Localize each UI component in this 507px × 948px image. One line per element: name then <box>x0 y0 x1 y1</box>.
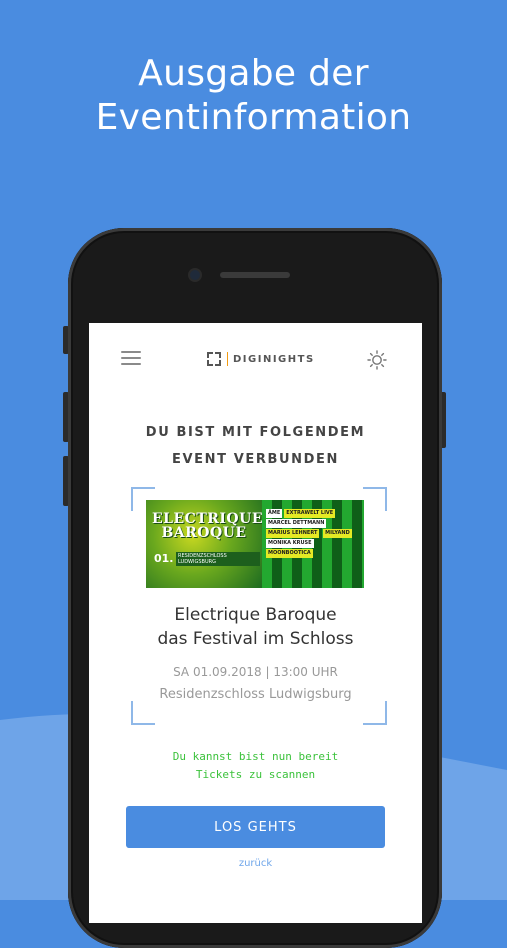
promo-headline: Ausgabe der Eventinformation <box>0 52 507 140</box>
phone-speaker <box>220 272 290 278</box>
back-link[interactable]: zurück <box>89 858 422 869</box>
lineup-artist: EXTRAWELT LIVE <box>284 509 336 518</box>
connected-heading-line-1: DU BIST MIT FOLGENDEM <box>145 425 366 440</box>
diginights-logo: DIGINIGHTS <box>207 352 315 366</box>
sun-icon[interactable] <box>367 350 387 370</box>
flyer-lineup-panel: ÂME EXTRAWELT LIVE MARCEL DETTMANN MARIUS… <box>262 500 364 588</box>
front-camera <box>190 270 200 280</box>
connected-heading-line-2: EVENT VERBUNDEN <box>172 452 339 467</box>
flyer-title-line-2: BAROQUE <box>161 525 247 541</box>
scan-frame-corner-top-right <box>363 487 387 511</box>
scan-frame-corner-bottom-right <box>363 701 387 725</box>
flyer-left-panel: ELECTRIQUE BAROQUE 01. RESIDENZSCHLOSS L… <box>146 500 264 588</box>
event-title-line-1: Electrique Baroque <box>174 605 337 625</box>
app-screen: DIGINIGHTS DU BIST MIT FOLGENDEM EVENT V… <box>89 323 422 923</box>
headline-line-2: Eventinformation <box>95 97 412 138</box>
flyer-venue: RESIDENZSCHLOSS LUDWIGSBURG <box>176 552 260 566</box>
flyer-title-line-1: ELECTRIQUE <box>152 511 264 527</box>
event-venue: Residenzschloss Ludwigsburg <box>159 687 352 702</box>
flyer-date: 01. <box>154 552 174 565</box>
event-date-time: SA 01.09.2018 | 13:00 UHR <box>173 665 338 679</box>
lineup-artist: MOONBOOTICA <box>266 549 313 558</box>
app-header: DIGINIGHTS <box>89 323 422 393</box>
flyer-title: ELECTRIQUE BAROQUE <box>152 511 264 541</box>
lineup-artist: MARCEL DETTMANN <box>266 519 327 528</box>
lineup-artist: MILYAND <box>323 529 352 538</box>
scan-frame-corner-bottom-left <box>131 701 155 725</box>
headline-line-1: Ausgabe der <box>138 53 369 94</box>
event-flyer-image: ELECTRIQUE BAROQUE 01. RESIDENZSCHLOSS L… <box>146 500 364 588</box>
connected-heading: DU BIST MIT FOLGENDEM EVENT VERBUNDEN <box>89 419 422 473</box>
event-title: Electrique Baroque das Festival im Schlo… <box>89 603 422 651</box>
hamburger-menu-icon[interactable] <box>121 351 141 367</box>
los-gehts-button[interactable]: LOS GEHTS <box>126 806 385 848</box>
ready-message-line-2: Tickets zu scannen <box>195 768 316 781</box>
ready-message: Du kannst bist nun bereit Tickets zu sca… <box>89 748 422 784</box>
logo-bracket-icon <box>207 352 221 366</box>
lineup-artist: MONIKA KRUSE <box>266 539 314 548</box>
ready-message-line-1: Du kannst bist nun bereit <box>172 750 339 763</box>
logo-separator <box>227 352 228 366</box>
lineup-artist: MARIUS LEHNERT <box>266 529 320 538</box>
flyer-lineup: ÂME EXTRAWELT LIVE MARCEL DETTMANN MARIUS… <box>266 508 360 558</box>
lineup-artist: ÂME <box>266 509 283 518</box>
logo-text: DIGINIGHTS <box>233 353 315 365</box>
event-title-line-2: das Festival im Schloss <box>157 629 354 649</box>
